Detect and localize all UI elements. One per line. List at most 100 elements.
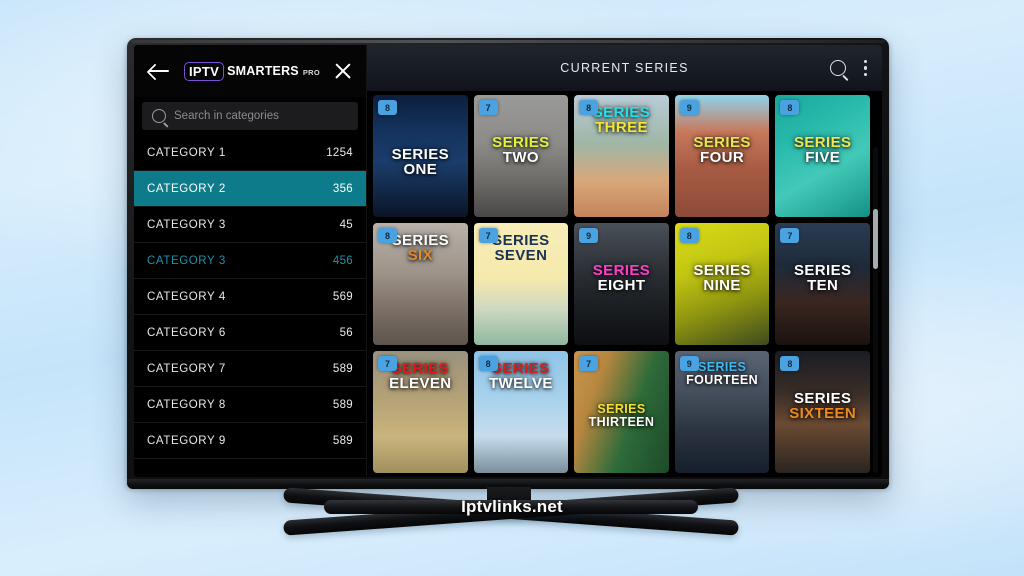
category-row[interactable]: CATEGORY 6 56 — [134, 315, 366, 351]
category-count: 45 — [339, 218, 353, 231]
sidebar: IPTV SMARTERS PRO Search in categories C… — [134, 45, 367, 477]
rating-badge: 7 — [780, 228, 800, 243]
series-title-line1: SERIES — [597, 402, 646, 416]
category-name: CATEGORY 9 — [147, 434, 226, 447]
search-icon[interactable] — [830, 60, 846, 76]
series-title: SERIES NINE — [675, 263, 770, 294]
category-name: CATEGORY 8 — [147, 398, 226, 411]
series-tile[interactable]: 8 SERIES SIX — [373, 223, 468, 345]
series-tile[interactable]: 9 SERIES EIGHT — [574, 223, 669, 345]
series-title-line2: TEN — [807, 277, 839, 295]
category-name: CATEGORY 6 — [147, 326, 226, 339]
rating-badge: 7 — [478, 228, 498, 243]
series-grid: 8 SERIES ONE 7 SERIES TWO 8 SERIES THREE 9 SERIES F… — [373, 95, 870, 473]
category-name: CATEGORY 7 — [147, 362, 226, 375]
watermark: Iptvlinks.net — [461, 497, 563, 516]
category-list: CATEGORY 1 1254 CATEGORY 2 356 CATEGORY 3 45 C… — [134, 135, 366, 477]
dot — [864, 59, 868, 64]
series-tile[interactable]: 7 SERIES TEN — [775, 223, 870, 345]
series-title: SERIES SIXTEEN — [775, 391, 870, 422]
series-title-line2: SIXTEEN — [789, 405, 857, 423]
series-title: SERIES EIGHT — [574, 263, 669, 294]
main-panel: CURRENT SERIES 8 SERIES ONE 7 SERIES TWO 8 SERI… — [367, 45, 882, 477]
logo-smarters-text: SMARTERS — [227, 64, 299, 78]
rating-badge: 7 — [378, 356, 397, 371]
category-row[interactable]: CATEGORY 2 356 — [134, 171, 366, 207]
back-arrow-icon[interactable] — [146, 60, 172, 82]
series-tile[interactable]: 8 SERIES FIVE — [775, 95, 870, 217]
series-title-line2: TWELVE — [488, 375, 553, 393]
series-tile[interactable]: 9 SERIES FOUR — [674, 95, 770, 217]
page-title: CURRENT SERIES — [560, 61, 689, 75]
scene: IPTV SMARTERS PRO Search in categories C… — [0, 0, 1024, 576]
scrollbar-thumb[interactable] — [873, 209, 878, 269]
dot — [864, 66, 868, 70]
series-title-line2: NINE — [703, 277, 741, 295]
rating-badge: 8 — [378, 100, 397, 115]
series-title-line2: ELEVEN — [389, 375, 452, 393]
series-tile[interactable]: 8 SERIES THREE — [574, 95, 669, 217]
logo-iptv-text: IPTV — [188, 63, 220, 79]
category-name: CATEGORY 3 — [147, 254, 226, 267]
category-row[interactable]: CATEGORY 8 589 — [134, 387, 366, 423]
series-title: SERIES TWO — [474, 135, 569, 166]
series-tile[interactable]: 7 SERIES TWO — [473, 95, 569, 217]
rating-badge: 7 — [478, 100, 498, 115]
series-title-line1: SERIES — [693, 134, 751, 151]
search-icon — [152, 109, 166, 123]
category-row[interactable]: CATEGORY 3 45 — [134, 207, 366, 243]
category-row[interactable]: CATEGORY 7 589 — [134, 351, 366, 387]
category-count: 569 — [332, 290, 353, 303]
tv-screen: IPTV SMARTERS PRO Search in categories C… — [134, 45, 882, 477]
series-tile[interactable]: 8 SERIES SIXTEEN — [775, 351, 870, 473]
series-tile[interactable]: 7 SERIES ELEVEN — [373, 351, 468, 473]
category-row[interactable]: CATEGORY 9 589 — [134, 423, 366, 459]
series-tile[interactable]: 8 SERIES NINE — [674, 223, 770, 345]
rating-badge: 8 — [579, 100, 599, 115]
more-vertical-icon[interactable] — [864, 59, 868, 77]
category-count: 589 — [332, 398, 353, 411]
series-title-line2: TWO — [502, 149, 539, 167]
scrollbar-track[interactable] — [873, 147, 878, 473]
rating-badge: 8 — [478, 356, 498, 371]
category-row[interactable]: CATEGORY 1 1254 — [134, 135, 366, 171]
rating-badge: 8 — [780, 100, 800, 115]
series-tile[interactable]: 7 SERIES THIRTEEN — [574, 351, 669, 473]
category-name: CATEGORY 1 — [147, 146, 226, 159]
top-bar: CURRENT SERIES — [367, 45, 882, 91]
category-row[interactable]: CATEGORY 4 569 — [134, 279, 366, 315]
series-title-line1: SERIES — [793, 134, 852, 151]
series-title-line2: SIX — [407, 247, 433, 265]
series-title-line1: SERIES — [492, 134, 550, 151]
series-title: SERIES FOUR — [675, 135, 770, 166]
series-title-line2: THIRTEEN — [588, 414, 655, 429]
series-title-line1: SERIES — [693, 262, 751, 279]
series-title-line1: SERIES — [793, 262, 852, 279]
category-name: CATEGORY 2 — [147, 182, 226, 195]
close-icon[interactable] — [332, 60, 354, 82]
series-tile[interactable]: 7 SERIES SEVEN — [473, 223, 569, 345]
series-title-line2: FOUR — [700, 149, 745, 167]
search-input[interactable]: Search in categories — [142, 102, 358, 130]
series-title-line1: SERIES — [592, 262, 651, 279]
series-title-line2: SEVEN — [494, 247, 548, 265]
series-tile[interactable]: 8 SERIES ONE — [373, 95, 468, 217]
series-tile[interactable]: 9 SERIES FOURTEEN — [674, 351, 770, 473]
sidebar-header: IPTV SMARTERS PRO — [134, 45, 366, 97]
rating-badge: 9 — [579, 228, 599, 243]
category-count: 589 — [332, 434, 353, 447]
series-title: SERIES FIVE — [775, 135, 870, 166]
search-placeholder: Search in categories — [174, 110, 279, 122]
rating-badge: 8 — [378, 228, 397, 243]
category-row[interactable]: CATEGORY 3 456 — [134, 243, 366, 279]
series-title-line2: EIGHT — [597, 277, 646, 295]
logo-pro-text: PRO — [302, 68, 320, 77]
rating-badge: 8 — [679, 228, 699, 243]
series-title: SERIES ONE — [373, 147, 468, 178]
series-tile[interactable]: 8 SERIES TWELVE — [473, 351, 569, 473]
series-grid-container: 8 SERIES ONE 7 SERIES TWO 8 SERIES THREE 9 SERIES F… — [367, 91, 882, 477]
tv-logo-icon: IPTV — [183, 61, 225, 81]
category-count: 356 — [332, 182, 353, 195]
topbar-actions — [830, 45, 868, 91]
series-title-line2: FIVE — [805, 149, 841, 167]
